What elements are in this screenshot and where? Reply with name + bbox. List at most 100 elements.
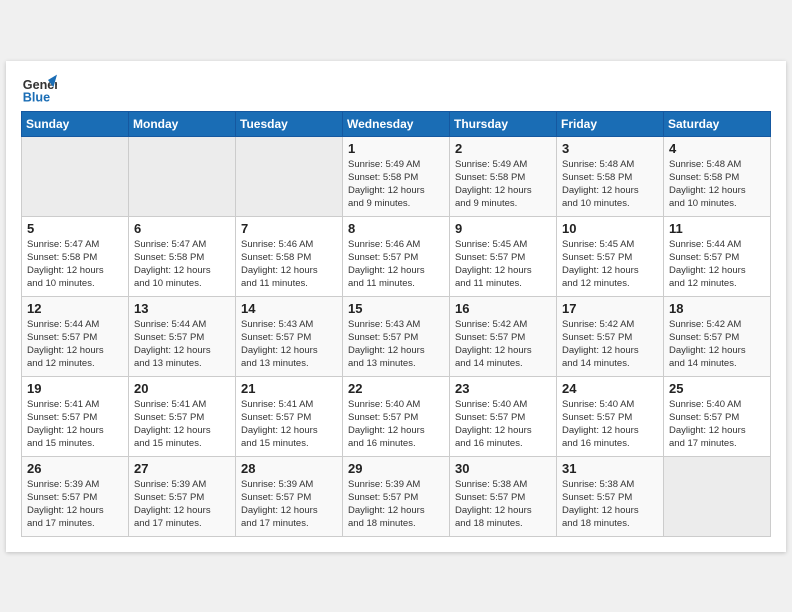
day-info: Sunrise: 5:39 AM Sunset: 5:57 PM Dayligh…	[27, 478, 123, 531]
calendar-cell: 26 Sunrise: 5:39 AM Sunset: 5:57 PM Dayli…	[22, 456, 129, 536]
weekday-header: Monday	[129, 111, 236, 136]
calendar-cell: 9 Sunrise: 5:45 AM Sunset: 5:57 PM Daylig…	[450, 216, 557, 296]
day-info: Sunrise: 5:43 AM Sunset: 5:57 PM Dayligh…	[348, 318, 444, 371]
day-number: 5	[27, 221, 123, 236]
day-info: Sunrise: 5:48 AM Sunset: 5:58 PM Dayligh…	[669, 158, 765, 211]
calendar-cell: 17Sunrise: 5:42 AM Sunset: 5:57 PM Dayli…	[557, 296, 664, 376]
calendar-cell: 6 Sunrise: 5:47 AM Sunset: 5:58 PM Daylig…	[129, 216, 236, 296]
day-number: 2	[455, 141, 551, 156]
day-info: Sunrise: 5:44 AM Sunset: 5:57 PM Dayligh…	[134, 318, 230, 371]
calendar-week-row: 12 Sunrise: 5:44 AM Sunset: 5:57 PM Dayli…	[22, 296, 771, 376]
weekday-header: Thursday	[450, 111, 557, 136]
day-info: Sunrise: 5:40 AM Sunset: 5:57 PM Dayligh…	[562, 398, 658, 451]
calendar-cell: 23Sunrise: 5:40 AM Sunset: 5:57 PM Dayli…	[450, 376, 557, 456]
day-number: 22	[348, 381, 444, 396]
day-info: Sunrise: 5:43 AM Sunset: 5:57 PM Dayligh…	[241, 318, 337, 371]
day-info: Sunrise: 5:39 AM Sunset: 5:57 PM Dayligh…	[348, 478, 444, 531]
day-number: 25	[669, 381, 765, 396]
calendar-cell: 4 Sunrise: 5:48 AM Sunset: 5:58 PM Daylig…	[664, 136, 771, 216]
calendar-cell: 2 Sunrise: 5:49 AM Sunset: 5:58 PM Daylig…	[450, 136, 557, 216]
calendar-header: SundayMondayTuesdayWednesdayThursdayFrid…	[22, 111, 771, 136]
calendar-cell: 14 Sunrise: 5:43 AM Sunset: 5:57 PM Dayli…	[236, 296, 343, 376]
calendar-cell: 1 Sunrise: 5:49 AM Sunset: 5:58 PM Daylig…	[343, 136, 450, 216]
calendar-cell: 19 Sunrise: 5:41 AM Sunset: 5:57 PM Dayli…	[22, 376, 129, 456]
day-info: Sunrise: 5:42 AM Sunset: 5:57 PM Dayligh…	[455, 318, 551, 371]
day-info: Sunrise: 5:41 AM Sunset: 5:57 PM Dayligh…	[241, 398, 337, 451]
weekday-header: Sunday	[22, 111, 129, 136]
calendar-cell: 22 Sunrise: 5:40 AM Sunset: 5:57 PM Dayli…	[343, 376, 450, 456]
day-number: 13	[134, 301, 230, 316]
calendar-cell	[22, 136, 129, 216]
day-number: 20	[134, 381, 230, 396]
day-info: Sunrise: 5:39 AM Sunset: 5:57 PM Dayligh…	[134, 478, 230, 531]
weekday-header: Saturday	[664, 111, 771, 136]
calendar-cell: 13 Sunrise: 5:44 AM Sunset: 5:57 PM Dayli…	[129, 296, 236, 376]
day-number: 21	[241, 381, 337, 396]
day-number: 16	[455, 301, 551, 316]
day-info: Sunrise: 5:49 AM Sunset: 5:58 PM Dayligh…	[455, 158, 551, 211]
calendar-cell: 5Sunrise: 5:47 AM Sunset: 5:58 PM Daylig…	[22, 216, 129, 296]
calendar-cell: 29 Sunrise: 5:39 AM Sunset: 5:57 PM Dayli…	[343, 456, 450, 536]
day-number: 29	[348, 461, 444, 476]
day-number: 9	[455, 221, 551, 236]
day-number: 26	[27, 461, 123, 476]
day-number: 4	[669, 141, 765, 156]
day-number: 30	[455, 461, 551, 476]
calendar-week-row: 26 Sunrise: 5:39 AM Sunset: 5:57 PM Dayli…	[22, 456, 771, 536]
day-info: Sunrise: 5:38 AM Sunset: 5:57 PM Dayligh…	[562, 478, 658, 531]
day-info: Sunrise: 5:40 AM Sunset: 5:57 PM Dayligh…	[348, 398, 444, 451]
weekday-header: Tuesday	[236, 111, 343, 136]
calendar-week-row: 5 Sunrise: 5:47 AM Sunset: 5:58 PM Daylig…	[22, 216, 771, 296]
day-number: 18	[669, 301, 765, 316]
calendar-cell: 31 Sunrise: 5:38 AM Sunset: 5:57 PM Dayli…	[557, 456, 664, 536]
day-info: Sunrise: 5:40 AM Sunset: 5:57 PM Dayligh…	[669, 398, 765, 451]
day-info: Sunrise: 5:42 AM Sunset: 5:57 PM Dayligh…	[562, 318, 658, 371]
day-info: Sunrise: 5:45 AM Sunset: 5:57 PM Dayligh…	[455, 238, 551, 291]
calendar-cell: 21 Sunrise: 5:41 AM Sunset: 5:57 PM Dayli…	[236, 376, 343, 456]
day-number: 12	[27, 301, 123, 316]
day-info: Sunrise: 5:41 AM Sunset: 5:57 PM Dayligh…	[27, 398, 123, 451]
day-info: Sunrise: 5:44 AM Sunset: 5:57 PM Dayligh…	[669, 238, 765, 291]
calendar-cell: 20Sunrise: 5:41 AM Sunset: 5:57 PM Dayli…	[129, 376, 236, 456]
calendar-table: SundayMondayTuesdayWednesdayThursdayFrid…	[21, 111, 771, 537]
weekday-row: SundayMondayTuesdayWednesdayThursdayFrid…	[22, 111, 771, 136]
svg-text:Blue: Blue	[23, 90, 50, 104]
day-info: Sunrise: 5:46 AM Sunset: 5:58 PM Dayligh…	[241, 238, 337, 291]
day-number: 3	[562, 141, 658, 156]
calendar-cell: 3 Sunrise: 5:48 AM Sunset: 5:58 PM Daylig…	[557, 136, 664, 216]
day-number: 23	[455, 381, 551, 396]
calendar-cell: 15Sunrise: 5:43 AM Sunset: 5:57 PM Dayli…	[343, 296, 450, 376]
day-info: Sunrise: 5:45 AM Sunset: 5:57 PM Dayligh…	[562, 238, 658, 291]
calendar-cell: 10 Sunrise: 5:45 AM Sunset: 5:57 PM Dayli…	[557, 216, 664, 296]
day-info: Sunrise: 5:38 AM Sunset: 5:57 PM Dayligh…	[455, 478, 551, 531]
day-number: 11	[669, 221, 765, 236]
day-info: Sunrise: 5:49 AM Sunset: 5:58 PM Dayligh…	[348, 158, 444, 211]
calendar-container: General Blue SundayMondayTuesdayWednesda…	[6, 61, 786, 552]
day-info: Sunrise: 5:47 AM Sunset: 5:58 PM Dayligh…	[134, 238, 230, 291]
day-info: Sunrise: 5:46 AM Sunset: 5:57 PM Dayligh…	[348, 238, 444, 291]
calendar-cell: 11 Sunrise: 5:44 AM Sunset: 5:57 PM Dayli…	[664, 216, 771, 296]
calendar-cell: 18Sunrise: 5:42 AM Sunset: 5:57 PM Dayli…	[664, 296, 771, 376]
day-info: Sunrise: 5:44 AM Sunset: 5:57 PM Dayligh…	[27, 318, 123, 371]
calendar-cell: 24Sunrise: 5:40 AM Sunset: 5:57 PM Dayli…	[557, 376, 664, 456]
calendar-week-row: 1 Sunrise: 5:49 AM Sunset: 5:58 PM Daylig…	[22, 136, 771, 216]
calendar-cell: 25 Sunrise: 5:40 AM Sunset: 5:57 PM Dayli…	[664, 376, 771, 456]
day-info: Sunrise: 5:48 AM Sunset: 5:58 PM Dayligh…	[562, 158, 658, 211]
day-number: 10	[562, 221, 658, 236]
header: General Blue	[21, 71, 771, 107]
calendar-body: 1 Sunrise: 5:49 AM Sunset: 5:58 PM Daylig…	[22, 136, 771, 536]
day-number: 7	[241, 221, 337, 236]
day-number: 1	[348, 141, 444, 156]
calendar-cell: 7 Sunrise: 5:46 AM Sunset: 5:58 PM Daylig…	[236, 216, 343, 296]
day-info: Sunrise: 5:39 AM Sunset: 5:57 PM Dayligh…	[241, 478, 337, 531]
day-number: 31	[562, 461, 658, 476]
calendar-cell: 16 Sunrise: 5:42 AM Sunset: 5:57 PM Dayli…	[450, 296, 557, 376]
day-number: 6	[134, 221, 230, 236]
weekday-header: Wednesday	[343, 111, 450, 136]
day-number: 19	[27, 381, 123, 396]
day-number: 14	[241, 301, 337, 316]
calendar-cell	[129, 136, 236, 216]
calendar-cell	[236, 136, 343, 216]
day-number: 27	[134, 461, 230, 476]
day-number: 8	[348, 221, 444, 236]
